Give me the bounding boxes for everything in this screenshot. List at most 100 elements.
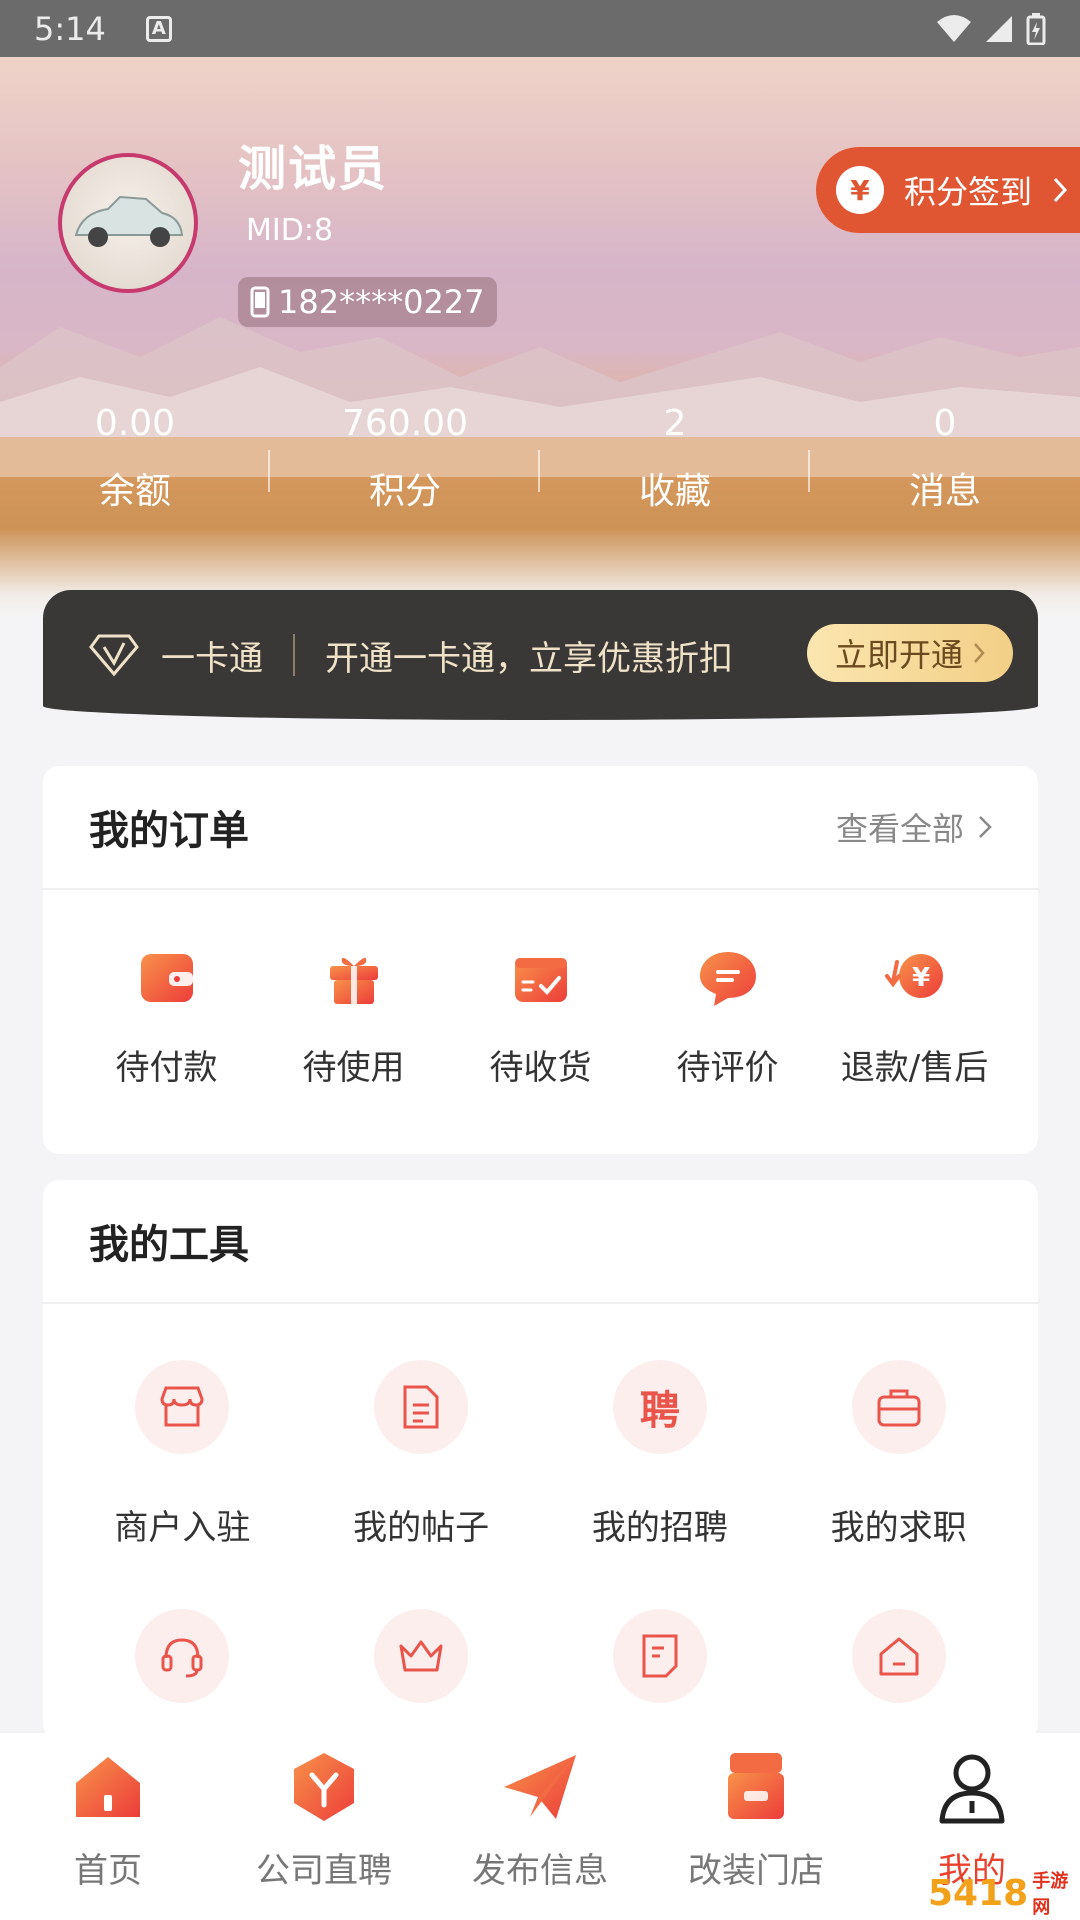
stat-favorites[interactable]: 2 收藏 [540, 402, 810, 522]
order-pending-payment[interactable]: 待付款 [73, 946, 260, 1089]
stat-label: 积分 [368, 471, 441, 512]
headset-icon [161, 1638, 203, 1678]
tools-title: 我的工具 [89, 1222, 249, 1268]
user-name: 测试员 [238, 141, 389, 197]
battery-icon [1026, 12, 1046, 45]
home-icon [76, 1757, 140, 1817]
stat-points[interactable]: 760.00 积分 [270, 402, 540, 522]
profile-header: 测试员 MID:8 182****0227 ¥ 积分签到 0.00 余额 760… [0, 57, 1080, 617]
tool-label: 商户入驻 [114, 1508, 251, 1548]
svg-text:¥: ¥ [911, 963, 929, 993]
accessibility-icon: A [145, 15, 172, 42]
orders-title: 我的订单 [89, 808, 249, 854]
view-all-label: 查看全部 [835, 810, 964, 848]
divider [293, 634, 295, 676]
store-icon [160, 1386, 204, 1427]
view-all-orders-link[interactable]: 查看全部 [836, 804, 992, 850]
vip-activate-label: 立即开通 [834, 636, 963, 674]
wifi-icon [937, 14, 971, 42]
tool-my-posts[interactable]: 我的帖子 [302, 1360, 541, 1549]
status-bar: 5:14 A [0, 0, 1080, 57]
note-icon [642, 1634, 678, 1678]
watermark-sub: 手游网 [1032, 1871, 1069, 1918]
tool-customer-service[interactable] [63, 1609, 302, 1749]
vip-card-banner[interactable]: 一卡通 开通一卡通，立享优惠折扣 立即开通 [43, 590, 1038, 720]
home-icon [879, 1637, 919, 1676]
tool-my-job-search[interactable]: 我的求职 [779, 1360, 1018, 1549]
tool-icon-circle [851, 1609, 946, 1703]
tool-merchant-join[interactable]: 商户入驻 [63, 1360, 302, 1549]
tools-header: 我的工具 [43, 1180, 1038, 1304]
order-label: 待评价 [676, 1048, 779, 1088]
order-refund[interactable]: ¥ 退款/售后 [821, 946, 1008, 1089]
order-to-receive[interactable]: 待收货 [447, 946, 634, 1089]
vip-title: 一卡通 [161, 638, 263, 679]
shop-icon [728, 1753, 784, 1819]
nav-publish[interactable]: 发布信息 [432, 1747, 648, 1920]
crown-icon [399, 1640, 443, 1672]
tool-icon-circle [851, 1360, 946, 1454]
tool-notes[interactable] [541, 1609, 780, 1749]
tool-label: 我的帖子 [353, 1508, 490, 1548]
stat-messages[interactable]: 0 消息 [810, 402, 1080, 522]
nav-company-jobs[interactable]: 公司直聘 [216, 1747, 432, 1920]
stat-value: 0 [933, 403, 957, 444]
tool-label: 我的求职 [830, 1508, 967, 1548]
signal-icon [986, 15, 1012, 42]
diamond-v-icon [89, 634, 139, 677]
wallet-icon [140, 954, 193, 1002]
order-to-use[interactable]: 待使用 [260, 946, 447, 1089]
stat-value: 760.00 [342, 403, 468, 444]
tool-my-hiring[interactable]: 聘 我的招聘 [541, 1360, 780, 1549]
paper-plane-icon [504, 1755, 576, 1819]
order-to-review[interactable]: 待评价 [634, 946, 821, 1089]
gift-icon [329, 957, 378, 1004]
nav-label: 改装门店 [688, 1851, 824, 1891]
status-left: 5:14 A [34, 10, 172, 48]
tool-membership[interactable] [302, 1609, 541, 1749]
nav-label: 发布信息 [472, 1851, 608, 1891]
chevron-right-icon [974, 643, 985, 663]
phone-number: 182****0227 [278, 283, 485, 321]
orders-header: 我的订单 查看全部 [43, 766, 1038, 890]
stat-balance[interactable]: 0.00 余额 [0, 402, 270, 522]
tools-card: 我的工具 商户入驻 我的帖子 聘 我的招聘 我的求职 [43, 1180, 1038, 1740]
vip-description: 开通一卡通，立享优惠折扣 [325, 638, 733, 679]
order-label: 待使用 [302, 1048, 405, 1088]
stat-value: 2 [663, 403, 687, 444]
chevron-right-icon [979, 816, 992, 838]
stat-label: 余额 [98, 471, 171, 512]
checkin-button[interactable]: ¥ 积分签到 [816, 147, 1080, 233]
order-label: 退款/售后 [840, 1048, 989, 1088]
status-right [936, 12, 1046, 45]
person-icon [939, 1754, 1005, 1824]
tool-icon-circle [374, 1360, 469, 1454]
coin-icon: ¥ [836, 166, 884, 214]
user-mid: MID:8 [246, 213, 334, 248]
company-icon [294, 1753, 354, 1821]
tools-grid: 商户入驻 我的帖子 聘 我的招聘 我的求职 [43, 1360, 1038, 1749]
vip-activate-button[interactable]: 立即开通 [807, 624, 1013, 682]
tool-icon-circle [374, 1609, 469, 1703]
tool-home[interactable] [779, 1609, 1018, 1749]
nav-label: 首页 [74, 1851, 142, 1891]
nav-label: 公司直聘 [256, 1851, 392, 1891]
user-phone: 182****0227 [238, 277, 497, 327]
tool-icon-circle [612, 1609, 707, 1703]
car-icon [74, 195, 184, 247]
tool-icon-circle [135, 1360, 230, 1454]
refund-coin-icon: ¥ [884, 954, 943, 998]
hire-icon: 聘 [612, 1360, 707, 1454]
order-label: 待付款 [115, 1048, 218, 1088]
stat-label: 收藏 [638, 471, 711, 512]
orders-row: 待付款 待使用 待收货 待评价 ¥ 退款/售后 [43, 946, 1038, 1089]
stat-value: 0.00 [94, 403, 176, 444]
avatar[interactable] [58, 153, 198, 293]
nav-home[interactable]: 首页 [0, 1747, 216, 1920]
watermark-logo: 5418 手游网 [928, 1868, 1078, 1918]
order-label: 待收货 [489, 1048, 592, 1088]
nav-modify-shop[interactable]: 改装门店 [648, 1747, 864, 1920]
tool-label: 我的招聘 [591, 1508, 728, 1548]
stats-row: 0.00 余额 760.00 积分 2 收藏 0 消息 [0, 402, 1080, 522]
checkin-label: 积分签到 [904, 173, 1033, 211]
